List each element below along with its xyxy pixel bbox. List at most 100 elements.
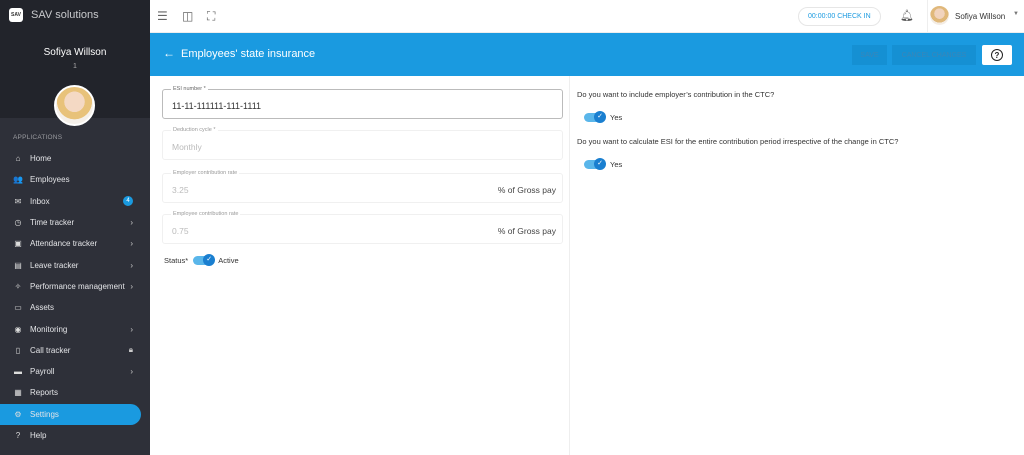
sidebar-item-monitoring[interactable]: ◉ Monitoring › xyxy=(0,318,141,339)
user-name[interactable]: Sofiya Willson xyxy=(955,12,1005,21)
sidebar-item-performance-management[interactable]: ✧ Performance management › xyxy=(0,276,141,297)
deduction-cycle-field: Deduction cycle * Monthly xyxy=(162,127,563,160)
sidebar-item-label: Settings xyxy=(30,409,59,419)
chevron-right-icon: › xyxy=(130,239,133,249)
sidebar-item-label: Leave tracker xyxy=(30,260,79,270)
sidebar-item-help[interactable]: ? Help xyxy=(0,425,141,446)
field-value: 0.75 xyxy=(172,226,189,236)
esi-period-toggle[interactable] xyxy=(584,158,606,170)
help-button[interactable]: ? xyxy=(982,45,1012,65)
employer-rate-field: Employer contribution rate 3.25 % of Gro… xyxy=(162,170,563,203)
profile-name: Sofiya Willson xyxy=(43,47,107,58)
divider xyxy=(927,0,928,33)
monitoring-icon: ◉ xyxy=(14,324,22,334)
field-label: ESI number * xyxy=(171,86,208,92)
help-icon: ? xyxy=(991,49,1003,61)
chevron-right-icon: › xyxy=(130,324,133,334)
status-value: Active xyxy=(218,256,239,265)
status-row: Status* Active xyxy=(164,254,239,266)
fullscreen-icon[interactable]: ⛶ xyxy=(207,9,215,24)
esi-period-toggle-row: Yes xyxy=(584,158,623,170)
leave-tracker-icon: ▤ xyxy=(14,260,22,270)
sidebar-item-label: Payroll xyxy=(30,367,55,377)
status-label: Status* xyxy=(164,256,189,265)
field-unit: % of Gross pay xyxy=(497,226,556,236)
field-unit: % of Gross pay xyxy=(497,185,556,195)
sidebar-item-label: Help xyxy=(30,431,47,440)
sidebar-item-label: Employees xyxy=(30,175,70,185)
lock-icon: 🔒︎ xyxy=(128,345,133,355)
inbox-count-badge: 4 xyxy=(123,196,133,207)
cancel-changes-button[interactable]: CANCEL CHANGES xyxy=(892,45,976,65)
sidebar-item-home[interactable]: ⌂ Home xyxy=(0,148,141,169)
topbar: ☰ ◫ ⛶ 00:00:00 CHECK IN 🔔︎ Sofiya Willso… xyxy=(150,0,1024,33)
sidebar-item-attendance-tracker[interactable]: ▣ Attendance tracker › xyxy=(0,233,141,254)
sidebar-item-reports[interactable]: ▦ Reports xyxy=(0,382,141,403)
chevron-right-icon: › xyxy=(130,218,133,228)
sidebar-item-call-tracker[interactable]: ▯ Call tracker 🔒︎ xyxy=(0,340,141,361)
payroll-icon: ▬ xyxy=(14,367,22,377)
save-button[interactable]: SAVE xyxy=(852,45,887,65)
esi-number-field[interactable]: ESI number * 11-11-111111-111-1111 xyxy=(162,86,563,119)
sidebar-item-leave-tracker[interactable]: ▤ Leave tracker › xyxy=(0,254,141,275)
call-tracker-icon: ▯ xyxy=(15,345,21,355)
field-label: Deduction cycle * xyxy=(171,127,218,133)
menu-icon[interactable]: ☰ xyxy=(157,9,168,23)
sidebar-item-label: Inbox xyxy=(30,196,50,206)
brand-logo: SAV xyxy=(9,8,23,22)
assets-icon: ▭ xyxy=(14,303,22,313)
avatar[interactable] xyxy=(54,85,95,126)
employer-ctc-toggle-row: Yes xyxy=(584,111,623,123)
toggle-label: Yes xyxy=(610,160,623,169)
sidebar-item-payroll[interactable]: ▬ Payroll › xyxy=(0,361,141,382)
bell-icon[interactable]: 🔔︎ xyxy=(900,9,914,22)
check-in-button[interactable]: 00:00:00 CHECK IN xyxy=(798,7,881,26)
field-value: 3.25 xyxy=(172,185,189,195)
question-esi-period: Do you want to calculate ESI for the ent… xyxy=(577,137,899,146)
sidebar-item-inbox[interactable]: ✉ Inbox 4 xyxy=(0,191,141,212)
attendance-tracker-icon: ▣ xyxy=(14,239,22,249)
inbox-icon: ✉ xyxy=(14,196,22,206)
sidebar-item-label: Reports xyxy=(30,388,59,398)
chevron-right-icon: › xyxy=(130,367,133,377)
user-avatar[interactable] xyxy=(930,6,949,25)
status-toggle[interactable] xyxy=(193,254,216,266)
page-title: Employees' state insurance xyxy=(181,48,316,60)
sidebar-item-employees[interactable]: 👥 Employees xyxy=(0,169,141,190)
brand[interactable]: SAV SAV solutions xyxy=(9,8,99,22)
employee-rate-field: Employee contribution rate 0.75 % of Gro… xyxy=(162,211,563,244)
help-icon: ? xyxy=(15,431,21,440)
field-value: Monthly xyxy=(172,142,202,152)
question-employer-ctc: Do you want to include employer’s contri… xyxy=(577,90,775,99)
section-label: APPLICATIONS xyxy=(13,134,63,141)
chevron-right-icon: › xyxy=(130,260,133,270)
back-arrow-icon[interactable]: ← xyxy=(163,46,175,60)
brand-name: SAV solutions xyxy=(31,9,99,21)
panel-toggle-icon[interactable]: ◫ xyxy=(182,9,193,23)
field-label: Employer contribution rate xyxy=(171,170,240,176)
field-value: 11-11-111111-111-1111 xyxy=(172,101,262,111)
reports-icon: ▦ xyxy=(14,388,22,398)
sidebar-item-label: Home xyxy=(30,154,52,164)
employer-ctc-toggle[interactable] xyxy=(584,111,606,123)
sidebar-item-assets[interactable]: ▭ Assets xyxy=(0,297,141,318)
sidebar: SAV SAV solutions Sofiya Willson 1 APPLI… xyxy=(0,0,150,455)
chevron-right-icon: › xyxy=(130,281,133,291)
sidebar-item-time-tracker[interactable]: ◷ Time tracker › xyxy=(0,212,141,233)
time-tracker-icon: ◷ xyxy=(14,218,22,228)
chevron-down-icon[interactable]: ▼ xyxy=(1013,11,1019,17)
sidebar-item-label: Time tracker xyxy=(30,218,75,228)
sidebar-item-label: Monitoring xyxy=(30,324,68,334)
esi-form: ESI number * 11-11-111111-111-1111 Deduc… xyxy=(150,76,570,455)
sidebar-item-label: Assets xyxy=(30,303,55,313)
settings-icon: ⚙ xyxy=(14,409,22,419)
employees-icon: 👥 xyxy=(13,175,23,185)
sidebar-item-label: Performance management xyxy=(30,281,125,291)
sidebar-item-settings[interactable]: ⚙ Settings xyxy=(0,403,141,425)
performance-management-icon: ✧ xyxy=(14,281,22,291)
home-icon: ⌂ xyxy=(15,154,21,164)
field-label: Employee contribution rate xyxy=(171,211,241,217)
profile-id: 1 xyxy=(73,63,77,70)
sidebar-item-label: Attendance tracker xyxy=(30,239,98,249)
toggle-label: Yes xyxy=(610,113,623,122)
